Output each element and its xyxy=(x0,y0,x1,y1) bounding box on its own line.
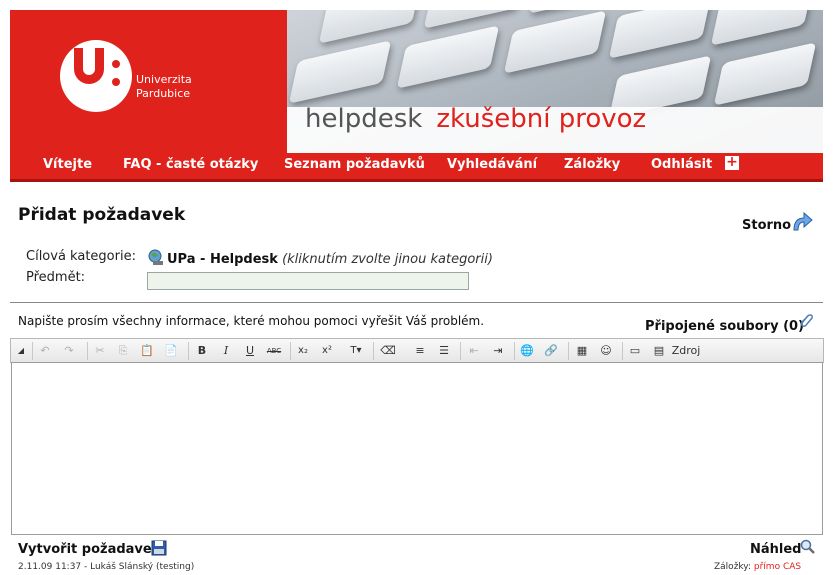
italic-icon[interactable]: I xyxy=(218,343,234,359)
bookmarks-footer: Záložky: přímo CAS xyxy=(714,562,801,572)
app-mode: zkušební provoz xyxy=(436,104,647,134)
category-value[interactable]: UPa - Helpdesk (kliknutím zvolte jinou k… xyxy=(167,252,493,267)
helpdesk-title: helpdesk zkušební provoz xyxy=(305,103,646,135)
unlink-icon[interactable]: 🔗 xyxy=(543,343,559,359)
description-editor[interactable] xyxy=(11,362,823,535)
link-icon[interactable]: 🌐 xyxy=(519,343,535,359)
logo-dot xyxy=(112,60,120,68)
numbered-list-icon[interactable]: ≡ xyxy=(412,343,428,359)
maximize-icon[interactable]: ▭ xyxy=(627,343,643,359)
source-icon[interactable]: ▤ xyxy=(651,343,667,359)
toolbar-separator xyxy=(568,342,569,360)
subscript-icon[interactable]: x₂ xyxy=(295,343,311,359)
logo-panel: Univerzita Pardubice xyxy=(10,10,287,153)
bookmarks-footer-label: Záložky: xyxy=(714,562,752,572)
table-icon[interactable]: ▦ xyxy=(574,343,590,359)
toolbar-separator xyxy=(290,342,291,360)
text-color-icon[interactable]: T▾ xyxy=(344,343,368,359)
strikethrough-icon[interactable]: ABC xyxy=(266,343,282,359)
main-nav: Vítejte FAQ - časté otázky Seznam požada… xyxy=(10,153,823,182)
category-label: Cílová kategorie: xyxy=(26,249,136,264)
save-disk-icon[interactable] xyxy=(151,540,167,556)
storno-arrow-icon[interactable] xyxy=(790,208,816,234)
keyboard-key xyxy=(528,10,632,14)
category-globe-icon xyxy=(148,249,163,265)
magnifier-icon[interactable] xyxy=(800,539,816,555)
underline-icon[interactable]: U xyxy=(242,343,258,359)
redo-icon[interactable]: ↷ xyxy=(61,343,77,359)
outdent-icon[interactable]: ⇤ xyxy=(466,343,482,359)
nav-item-welcome[interactable]: Vítejte xyxy=(43,157,92,172)
add-bookmark-plus-icon[interactable]: + xyxy=(725,155,739,170)
storno-button[interactable]: Storno xyxy=(742,218,791,233)
copy-icon[interactable]: ⎘ xyxy=(115,343,131,359)
subject-input[interactable] xyxy=(147,272,469,290)
info-text: Napište prosím všechny informace, které … xyxy=(18,314,485,328)
cut-icon[interactable]: ✂ xyxy=(92,343,108,359)
paste-icon[interactable]: 📋 xyxy=(139,343,155,359)
toolbar-separator xyxy=(188,342,189,360)
university-name-line2: Pardubice xyxy=(136,87,191,100)
university-name-line1: Univerzita xyxy=(136,73,192,86)
university-name: Univerzita Pardubice xyxy=(136,73,192,101)
version-meta: 2.11.09 11:37 - Lukáš Slánský (testing) xyxy=(18,562,195,572)
nav-item-faq[interactable]: FAQ - časté otázky xyxy=(123,157,258,172)
keyboard-key xyxy=(423,10,527,29)
keyboard-key xyxy=(608,10,712,59)
paperclip-icon[interactable] xyxy=(797,312,815,330)
nav-item-logout[interactable]: Odhlásit xyxy=(651,157,712,172)
remove-format-icon[interactable]: ⌫ xyxy=(380,343,396,359)
keyboard-key xyxy=(318,10,422,44)
keyboard-key xyxy=(288,40,392,104)
attachments-link[interactable]: Připojené soubory (0) xyxy=(645,319,804,334)
create-request-button[interactable]: Vytvořit požadavek xyxy=(18,542,160,557)
indent-icon[interactable]: ⇥ xyxy=(490,343,506,359)
paste-text-icon[interactable]: 📄 xyxy=(163,343,179,359)
keyboard-key xyxy=(710,10,814,46)
category-hint: (kliknutím zvolte jinou kategorii) xyxy=(282,252,493,267)
smiley-icon[interactable]: ☺ xyxy=(598,343,614,359)
toolbar-separator xyxy=(373,342,374,360)
keyboard-key xyxy=(713,42,817,106)
source-button-label[interactable]: Zdroj xyxy=(671,343,701,359)
editor-toolbar: ◢ ↶ ↷ ✂ ⎘ 📋 📄 B I U ABC x₂ x² T▾ ⌫ ≡ ☰ ⇤… xyxy=(10,338,824,363)
toolbar-separator xyxy=(32,342,33,360)
preview-button[interactable]: Náhled xyxy=(750,542,802,557)
app-name: helpdesk xyxy=(305,104,423,134)
bold-icon[interactable]: B xyxy=(194,343,210,359)
nav-item-bookmarks[interactable]: Záložky xyxy=(564,157,620,172)
subject-label: Předmět: xyxy=(26,270,86,285)
university-logo[interactable] xyxy=(60,40,132,112)
keyboard-key xyxy=(396,25,500,89)
superscript-icon[interactable]: x² xyxy=(319,343,335,359)
keyboard-key xyxy=(503,10,607,74)
bulleted-list-icon[interactable]: ☰ xyxy=(436,343,452,359)
page-title: Přidat požadavek xyxy=(18,205,186,225)
toolbar-separator xyxy=(622,342,623,360)
nav-item-requests[interactable]: Seznam požadavků xyxy=(284,157,425,172)
logo-dot xyxy=(112,78,120,86)
category-name[interactable]: UPa - Helpdesk xyxy=(167,252,278,267)
nav-item-search[interactable]: Vyhledávání xyxy=(447,157,537,172)
toolbar-separator xyxy=(460,342,461,360)
toolbar-collapse-icon[interactable]: ◢ xyxy=(13,343,29,359)
toolbar-separator xyxy=(87,342,88,360)
logo-u-shape xyxy=(74,48,104,84)
bookmark-link-cas[interactable]: přímo CAS xyxy=(754,562,801,572)
toolbar-separator xyxy=(514,342,515,360)
undo-icon[interactable]: ↶ xyxy=(37,343,53,359)
divider xyxy=(10,302,823,303)
